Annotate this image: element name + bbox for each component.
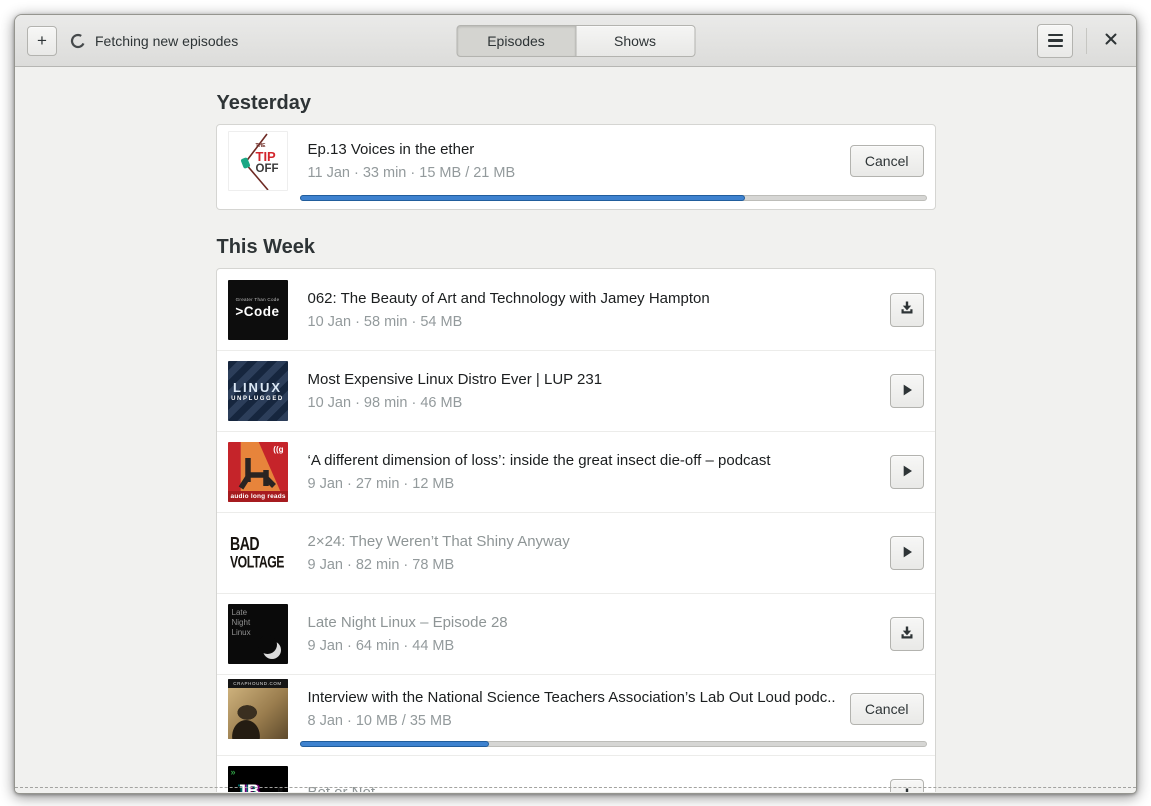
view-switcher: Episodes Shows	[456, 25, 695, 57]
episode-title: ‘A different dimension of loss’: inside …	[307, 452, 771, 469]
episode-title: Most Expensive Linux Distro Ever | LUP 2…	[307, 371, 603, 388]
episode-row[interactable]: ((g audio long reads ‘A different dimensio…	[216, 431, 935, 512]
header-bar: + Fetching new episodes Episodes Shows	[15, 15, 1136, 67]
episode-row[interactable]: CRAPHOUND.COM Interview with the National…	[216, 674, 935, 755]
download-icon	[899, 625, 915, 644]
episode-row[interactable]: Greater Than Code >Code 062: The Beauty of…	[217, 269, 935, 350]
episode-artwork: THE TIP OFF	[227, 131, 288, 191]
close-window-button[interactable]	[1100, 30, 1122, 52]
episode-title: Late Night Linux – Episode 28	[307, 614, 508, 631]
episode-meta: 9 Jan · 82 min · 78 MB	[307, 557, 455, 573]
episode-meta: 10 Jan · 98 min · 46 MB	[307, 395, 463, 411]
episode-artwork: Greater Than Code >Code	[227, 279, 288, 340]
episodes-column: Yesterday THE TIP OFF Ep.13 Voices in the et…	[215, 67, 936, 792]
tab-shows[interactable]: Shows	[575, 25, 695, 57]
episode-meta: 8 Jan · 10 MB / 35 MB	[307, 713, 452, 729]
download-progress	[299, 195, 927, 201]
episodes-view[interactable]: Yesterday THE TIP OFF Ep.13 Voices in the et…	[15, 67, 1136, 792]
episode-title: Interview with the National Science Teac…	[307, 689, 836, 706]
episode-artwork: BAD VOLTAGE	[227, 523, 288, 583]
menu-button[interactable]	[1037, 23, 1073, 58]
episode-meta: 9 Jan · 27 min · 12 MB	[307, 476, 455, 492]
episode-row[interactable]: LINUX UNPLUGGED Most Expensive Linux Distr…	[216, 350, 935, 431]
episode-card: Greater Than Code >Code 062: The Beauty of…	[215, 268, 936, 792]
play-icon	[899, 382, 915, 401]
download-button[interactable]	[889, 292, 924, 327]
play-button[interactable]	[889, 536, 924, 570]
episode-row[interactable]: BAD VOLTAGE 2×24: They Weren’t That Shiny …	[216, 512, 935, 593]
hamburger-icon	[1047, 33, 1063, 48]
episode-title: 062: The Beauty of Art and Technology wi…	[307, 289, 710, 307]
episode-artwork: CRAPHOUND.COM	[227, 679, 288, 739]
episode-row[interactable]: THE TIP OFF Ep.13 Voices in the ether 11 Jan…	[217, 125, 935, 209]
episode-meta: 10 Jan · 58 min · 54 MB	[307, 313, 463, 330]
close-icon	[1104, 32, 1118, 49]
download-button[interactable]	[889, 779, 924, 792]
cancel-button[interactable]: Cancel	[849, 693, 924, 725]
status-text: Fetching new episodes	[95, 32, 239, 49]
download-button[interactable]	[889, 617, 924, 651]
episode-title: Ep.13 Voices in the ether	[307, 141, 475, 158]
section-title: This Week	[216, 236, 316, 258]
play-icon	[899, 544, 915, 563]
episode-meta: 9 Jan · 64 min · 44 MB	[307, 638, 455, 654]
host-photo	[227, 688, 288, 739]
episode-title: Bot or Not	[308, 784, 876, 792]
episode-artwork: ((g audio long reads	[227, 442, 288, 502]
section-title: Yesterday	[216, 92, 312, 114]
episode-meta: 11 Jan · 33 min · 15 MB / 21 MB	[307, 165, 516, 181]
download-icon	[899, 300, 915, 319]
episode-row[interactable]: Late Night Linux Late Night Linux – Episode…	[216, 593, 935, 674]
episode-artwork: LINUX UNPLUGGED	[227, 361, 288, 421]
download-progress	[299, 741, 927, 747]
episode-artwork: » JB ░	[227, 766, 288, 792]
add-podcast-button[interactable]: +	[27, 25, 57, 56]
episode-title: 2×24: They Weren’t That Shiny Anyway	[307, 533, 570, 550]
play-icon	[899, 463, 915, 482]
play-button[interactable]	[889, 374, 924, 408]
cancel-button[interactable]: Cancel	[849, 145, 924, 177]
moon-icon	[257, 635, 281, 659]
scroll-undershoot-indicator	[15, 787, 1136, 788]
play-button[interactable]	[889, 455, 924, 489]
episode-artwork: Late Night Linux	[227, 604, 288, 664]
header-separator	[1086, 27, 1087, 54]
app-window: + Fetching new episodes Episodes Shows Y…	[14, 14, 1137, 794]
loading-spinner-icon	[70, 33, 86, 49]
tab-episodes[interactable]: Episodes	[456, 25, 576, 57]
episode-card: THE TIP OFF Ep.13 Voices in the ether 11 Jan…	[215, 124, 936, 210]
